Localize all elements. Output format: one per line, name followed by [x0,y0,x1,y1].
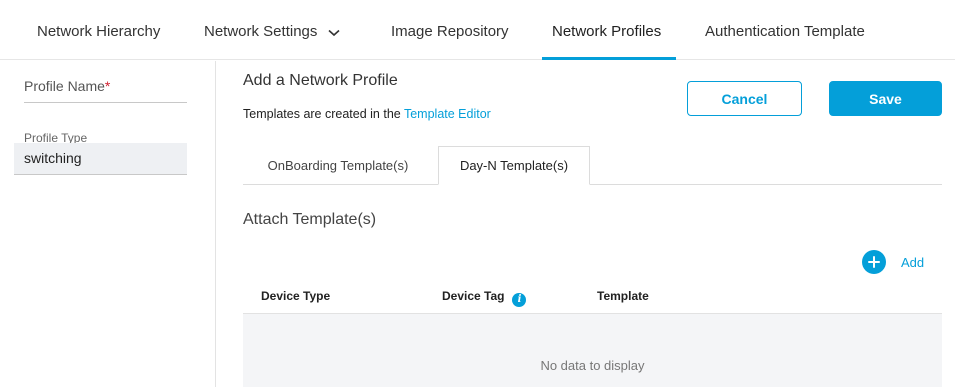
add-label: Add [901,254,925,270]
chevron-down-icon [328,24,340,41]
template-editor-hint: Templates are created in the Template Ed… [243,107,491,121]
profile-name-input[interactable] [24,102,187,103]
save-button[interactable]: Save [829,81,942,116]
tab-onboarding-templates[interactable]: OnBoarding Template(s) [243,146,433,185]
nav-tab-network-profiles[interactable]: Network Profiles [552,23,661,40]
page-title: Add a Network Profile [243,72,398,89]
tab-day-n-templates[interactable]: Day-N Template(s) [438,146,590,185]
column-header-device-type: Device Type [261,289,331,303]
table-body: No data to display [243,314,942,387]
hint-text: Templates are created in the [243,107,404,121]
profile-type-field[interactable]: switching [14,143,187,175]
nav-tab-label: Network Hierarchy [37,23,161,40]
nav-tab-network-settings[interactable]: Network Settings [204,23,340,41]
empty-table-message: No data to display [540,358,645,373]
add-template-button[interactable]: Add [862,250,924,274]
required-marker: * [104,78,111,94]
active-tab-indicator [542,57,676,60]
column-header-template: Template [597,289,649,303]
tab-label: OnBoarding Template(s) [267,158,409,173]
nav-tab-label: Network Settings [204,23,318,40]
nav-tab-label: Authentication Template [705,23,865,40]
nav-tab-network-hierarchy[interactable]: Network Hierarchy [37,23,160,40]
template-editor-link[interactable]: Template Editor [404,107,491,121]
tab-label: Day-N Template(s) [459,158,569,173]
column-header-device-tag: Device Tag i [442,289,527,307]
column-header-text: Device Tag [442,289,505,303]
nav-tab-label: Image Repository [391,23,509,40]
profile-form-panel [0,61,216,387]
nav-tab-label: Network Profiles [552,23,662,40]
nav-tab-authentication-template[interactable]: Authentication Template [705,23,865,40]
attach-templates-title: Attach Template(s) [243,211,377,228]
nav-tab-image-repository[interactable]: Image Repository [391,23,509,40]
plus-circle-icon [862,250,886,274]
top-navigation: Network Hierarchy Network Settings Image… [0,0,955,60]
cancel-button[interactable]: Cancel [687,81,802,116]
profile-name-label: Profile Name* [24,78,110,94]
info-icon[interactable]: i [512,293,527,307]
profile-name-label-text: Profile Name [24,78,105,94]
